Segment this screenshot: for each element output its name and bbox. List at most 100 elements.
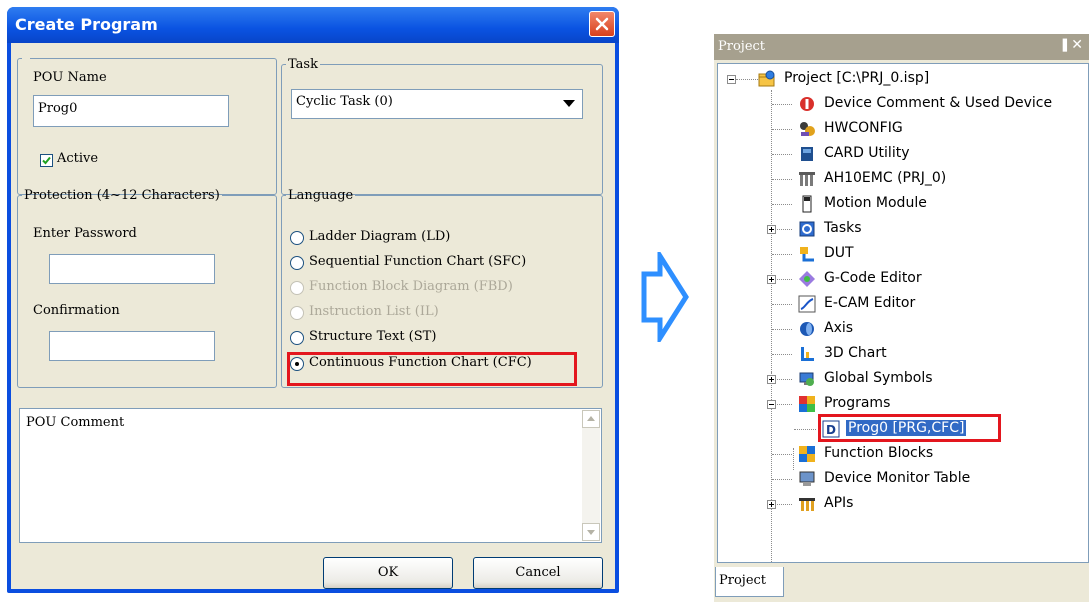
- create-program-dialog: Create Program POU Name Prog0 Active Tas…: [7, 7, 619, 593]
- ecam-icon: [798, 295, 816, 313]
- motion-module-icon: [802, 195, 812, 213]
- radio-button: [290, 306, 304, 320]
- active-label: Active: [57, 151, 99, 166]
- tree-item-label: G-Code Editor: [824, 270, 922, 286]
- tasks-icon: [799, 221, 815, 237]
- language-option-sfc[interactable]: Sequential Function Chart (SFC): [290, 252, 580, 274]
- dialog-body: POU Name Prog0 Active Task Cyclic Task (…: [11, 43, 615, 589]
- language-option-label: Instruction List (IL): [309, 304, 439, 319]
- tree-item-label: Programs: [824, 395, 891, 411]
- close-pane-icon[interactable]: ✕: [1071, 37, 1083, 53]
- global-symbols-icon: [799, 372, 814, 386]
- pou-comment-text: POU Comment: [26, 415, 125, 430]
- radio-button[interactable]: [290, 256, 304, 270]
- tree-item-label: Project [C:\PRJ_0.isp]: [784, 70, 930, 86]
- tree-line: [772, 304, 792, 305]
- project-pane-title-bar[interactable]: Project ▐ ✕: [714, 34, 1089, 60]
- programs-icon: [799, 396, 815, 412]
- tree-item-label: HWCONFIG: [824, 120, 903, 136]
- password-input[interactable]: [49, 254, 215, 284]
- tree-item-label: Axis: [824, 320, 854, 336]
- radio-button[interactable]: [290, 331, 304, 345]
- tree-item-label: Device Comment & Used Device: [824, 95, 1053, 111]
- tree-line: [772, 479, 792, 480]
- pou-comment-textarea[interactable]: POU Comment: [19, 408, 602, 543]
- collapse-toggle[interactable]: [727, 75, 736, 84]
- close-icon: [595, 17, 609, 31]
- pin-icon[interactable]: ▐: [1059, 39, 1067, 52]
- chevron-down-icon: [563, 100, 575, 107]
- tree-item-label: DUT: [824, 245, 854, 261]
- 3d-chart-icon: [801, 347, 814, 361]
- project-tree: Project [C:\PRJ_0.isp] Device Comment & …: [717, 63, 1089, 563]
- collapse-toggle[interactable]: [767, 400, 776, 409]
- expand-toggle[interactable]: [767, 275, 776, 284]
- checkmark-icon: [42, 156, 51, 165]
- dialog-title-bar[interactable]: Create Program: [7, 7, 619, 43]
- language-option-label: Sequential Function Chart (SFC): [309, 254, 527, 269]
- tree-item-label: 3D Chart: [824, 345, 887, 361]
- confirmation-input[interactable]: [49, 331, 215, 361]
- arrow-up-icon: [587, 416, 595, 421]
- scroll-down-button[interactable]: [582, 523, 600, 541]
- tree-line: [772, 204, 792, 205]
- expand-toggle[interactable]: [767, 500, 776, 509]
- prog0-highlight-box: [818, 414, 1001, 442]
- hwconfig-icon: [800, 122, 815, 136]
- language-option-label: Structure Text (ST): [309, 329, 437, 344]
- cfc-highlight-box: [287, 352, 577, 386]
- dialog-title: Create Program: [15, 15, 158, 34]
- axis-icon: [800, 322, 814, 336]
- radio-button[interactable]: [290, 231, 304, 245]
- project-pane-title: Project: [718, 39, 766, 54]
- expand-toggle[interactable]: [767, 375, 776, 384]
- close-button[interactable]: [589, 11, 615, 37]
- right-arrow-icon: [641, 252, 689, 342]
- comment-scrollbar[interactable]: [582, 410, 600, 541]
- gcode-icon: [799, 271, 815, 287]
- tree-item-label: E-CAM Editor: [824, 295, 916, 311]
- password-label: Enter Password: [33, 226, 137, 241]
- tree-line: [772, 354, 792, 355]
- tree-line: [772, 129, 792, 130]
- tree-item-label: Global Symbols: [824, 370, 933, 386]
- language-legend: Language: [288, 188, 354, 203]
- device-comment-icon: [800, 97, 814, 111]
- function-blocks-icon: [799, 446, 815, 462]
- expand-toggle[interactable]: [767, 225, 776, 234]
- tree-line: [793, 448, 794, 470]
- tree-item-label: AH10EMC (PRJ_0): [824, 170, 947, 186]
- ok-button[interactable]: OK: [323, 557, 453, 589]
- tree-item-label: APIs: [824, 495, 854, 511]
- task-select-value: Cyclic Task (0): [296, 94, 393, 109]
- tree-item-label: CARD Utility: [824, 145, 910, 161]
- pou-name-label: POU Name: [33, 70, 107, 85]
- tree-line: [772, 104, 792, 105]
- tree-line: [772, 154, 792, 155]
- tab-project-label: Project: [719, 573, 767, 588]
- protection-legend: Protection (4~12 Characters): [24, 188, 220, 203]
- tree-line: [772, 179, 792, 180]
- tree-line: [772, 329, 792, 330]
- language-option-ld[interactable]: Ladder Diagram (LD): [290, 227, 580, 249]
- tree-item-label: Motion Module: [824, 195, 927, 211]
- tab-project[interactable]: Project: [715, 567, 784, 597]
- dut-icon: [800, 247, 814, 262]
- scroll-up-button[interactable]: [582, 410, 600, 428]
- cancel-button[interactable]: Cancel: [473, 557, 603, 589]
- task-group: Task: [281, 57, 603, 195]
- tree-item-label: Tasks: [824, 220, 862, 236]
- active-checkbox[interactable]: [40, 154, 53, 167]
- task-legend: Task: [288, 57, 318, 72]
- task-select[interactable]: Cyclic Task (0): [291, 89, 583, 119]
- language-option-st[interactable]: Structure Text (ST): [290, 327, 580, 349]
- tree-item-label: Function Blocks: [824, 445, 934, 461]
- confirmation-label: Confirmation: [33, 303, 120, 318]
- apis-icon: [799, 498, 815, 511]
- tree-line: [772, 254, 792, 255]
- module-icon: [799, 172, 815, 186]
- language-option-fbd: Function Block Diagram (FBD): [290, 277, 580, 299]
- tree-line: [794, 429, 816, 430]
- language-option-label: Ladder Diagram (LD): [309, 229, 451, 244]
- pou-name-input[interactable]: Prog0: [33, 95, 229, 127]
